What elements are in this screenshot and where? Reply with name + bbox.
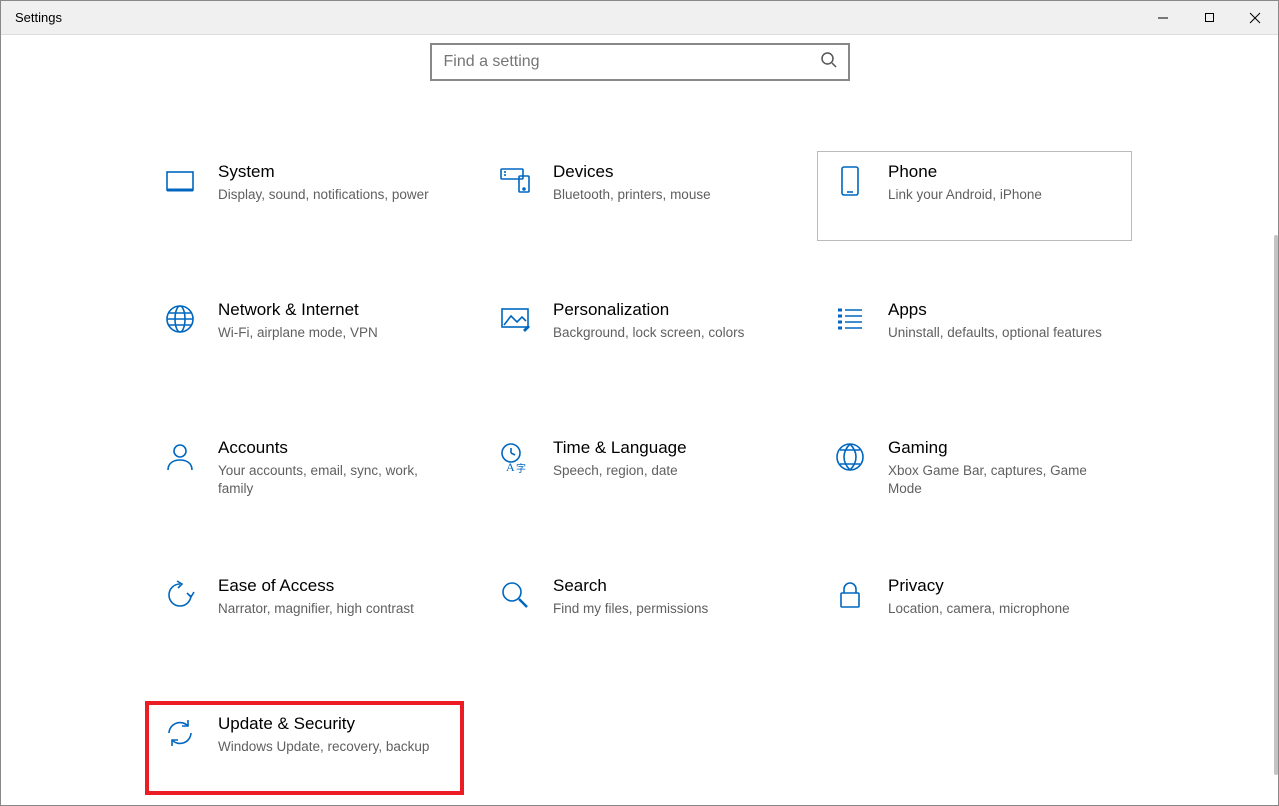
tile-phone[interactable]: Phone Link your Android, iPhone: [817, 151, 1132, 241]
tile-desc: Uninstall, defaults, optional features: [888, 324, 1119, 342]
window-title: Settings: [15, 10, 1140, 25]
tile-text: Ease of Access Narrator, magnifier, high …: [218, 576, 449, 618]
tile-text: Update & Security Windows Update, recover…: [218, 714, 449, 756]
tile-search[interactable]: Search Find my files, permissions: [482, 565, 797, 655]
tile-title: System: [218, 162, 449, 182]
tile-privacy[interactable]: Privacy Location, camera, microphone: [817, 565, 1132, 655]
titlebar: Settings: [1, 1, 1278, 35]
tile-desc: Bluetooth, printers, mouse: [553, 186, 784, 204]
apps-icon: [826, 302, 874, 336]
tile-text: Personalization Background, lock screen, …: [553, 300, 784, 342]
privacy-icon: [826, 578, 874, 612]
close-button[interactable]: [1232, 1, 1278, 34]
tile-title: Personalization: [553, 300, 784, 320]
tile-text: Privacy Location, camera, microphone: [888, 576, 1119, 618]
tile-desc: Xbox Game Bar, captures, Game Mode: [888, 462, 1119, 498]
tile-ease[interactable]: Ease of Access Narrator, magnifier, high …: [147, 565, 462, 655]
tile-title: Apps: [888, 300, 1119, 320]
tile-text: System Display, sound, notifications, pow…: [218, 162, 449, 204]
tile-text: Apps Uninstall, defaults, optional featur…: [888, 300, 1119, 342]
accounts-icon: [156, 440, 204, 474]
search-box[interactable]: [430, 43, 850, 81]
devices-icon: [491, 164, 539, 198]
tile-text: Devices Bluetooth, printers, mouse: [553, 162, 784, 204]
window-controls: [1140, 1, 1278, 34]
tile-desc: Find my files, permissions: [553, 600, 784, 618]
tile-title: Phone: [888, 162, 1119, 182]
tile-text: Time & Language Speech, region, date: [553, 438, 784, 480]
ease-icon: [156, 578, 204, 612]
tile-title: Accounts: [218, 438, 449, 458]
tile-desc: Link your Android, iPhone: [888, 186, 1119, 204]
tile-desc: Narrator, magnifier, high contrast: [218, 600, 449, 618]
system-icon: [156, 164, 204, 198]
tile-title: Gaming: [888, 438, 1119, 458]
scrollbar-thumb[interactable]: [1274, 235, 1278, 775]
tile-text: Gaming Xbox Game Bar, captures, Game Mode: [888, 438, 1119, 498]
tile-desc: Background, lock screen, colors: [553, 324, 784, 342]
tile-personalization[interactable]: Personalization Background, lock screen, …: [482, 289, 797, 379]
tile-text: Phone Link your Android, iPhone: [888, 162, 1119, 204]
tile-devices[interactable]: Devices Bluetooth, printers, mouse: [482, 151, 797, 241]
tile-text: Search Find my files, permissions: [553, 576, 784, 618]
tile-title: Privacy: [888, 576, 1119, 596]
tile-title: Ease of Access: [218, 576, 449, 596]
content-area: System Display, sound, notifications, pow…: [1, 35, 1278, 793]
phone-icon: [826, 164, 874, 198]
search-input[interactable]: [444, 53, 820, 71]
tile-network[interactable]: Network & Internet Wi-Fi, airplane mode, …: [147, 289, 462, 379]
update-icon: [156, 716, 204, 750]
tile-title: Update & Security: [218, 714, 449, 734]
search-icon: [820, 51, 838, 74]
tile-desc: Display, sound, notifications, power: [218, 186, 449, 204]
tile-title: Time & Language: [553, 438, 784, 458]
tile-apps[interactable]: Apps Uninstall, defaults, optional featur…: [817, 289, 1132, 379]
gaming-icon: [826, 440, 874, 474]
tile-desc: Windows Update, recovery, backup: [218, 738, 449, 756]
tile-title: Devices: [553, 162, 784, 182]
tile-desc: Location, camera, microphone: [888, 600, 1119, 618]
tile-update[interactable]: Update & Security Windows Update, recover…: [147, 703, 462, 793]
tile-accounts[interactable]: Accounts Your accounts, email, sync, work…: [147, 427, 462, 517]
tile-desc: Your accounts, email, sync, work, family: [218, 462, 449, 498]
personalization-icon: [491, 302, 539, 336]
network-icon: [156, 302, 204, 336]
minimize-button[interactable]: [1140, 1, 1186, 34]
settings-grid: System Display, sound, notifications, pow…: [1, 151, 1278, 793]
tile-time[interactable]: Time & Language Speech, region, date: [482, 427, 797, 517]
tile-system[interactable]: System Display, sound, notifications, pow…: [147, 151, 462, 241]
tile-text: Accounts Your accounts, email, sync, work…: [218, 438, 449, 498]
tile-text: Network & Internet Wi-Fi, airplane mode, …: [218, 300, 449, 342]
maximize-button[interactable]: [1186, 1, 1232, 34]
tile-desc: Wi-Fi, airplane mode, VPN: [218, 324, 449, 342]
tile-title: Search: [553, 576, 784, 596]
scrollbar[interactable]: [1272, 35, 1278, 805]
tile-desc: Speech, region, date: [553, 462, 784, 480]
tile-title: Network & Internet: [218, 300, 449, 320]
tile-gaming[interactable]: Gaming Xbox Game Bar, captures, Game Mode: [817, 427, 1132, 517]
search-icon: [491, 578, 539, 612]
time-icon: [491, 440, 539, 474]
